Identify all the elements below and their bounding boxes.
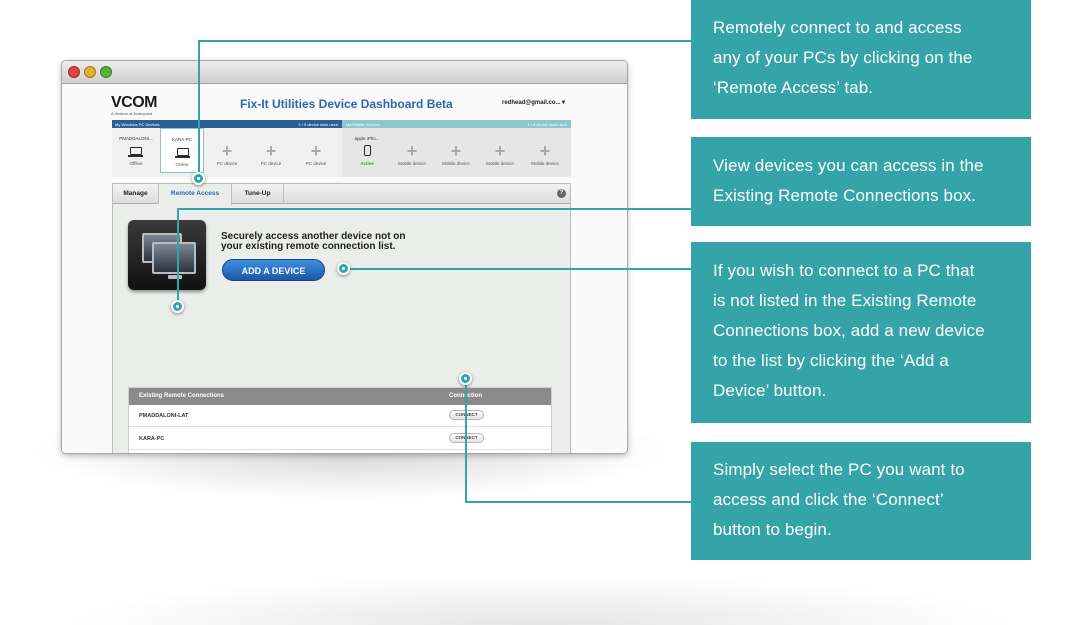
device-status: Offline — [129, 161, 143, 166]
tab-tune-up[interactable]: Tune-Up — [232, 184, 284, 204]
table-row[interactable]: PMADDALONI-LAT CONNECT — [129, 405, 551, 427]
zoom-window-button[interactable] — [100, 66, 112, 78]
plus-icon: + — [265, 141, 277, 161]
tab-manage[interactable]: Manage — [113, 184, 159, 204]
leader-line-remote-tab — [198, 40, 691, 42]
plus-icon: + — [494, 141, 506, 161]
plus-icon: + — [406, 141, 418, 161]
callout-line: button to begin. — [713, 520, 832, 539]
table-header: Existing Remote Connections Connection — [129, 388, 551, 405]
mobile-slots-count: 1 / 5 device slots used — [527, 122, 567, 127]
remote-monitor-icon — [128, 220, 206, 290]
callout-marker-connect — [459, 372, 472, 385]
tab-remote-access[interactable]: Remote Access — [159, 184, 232, 205]
callout-line: to the list by clicking the ‘Add a — [713, 351, 949, 370]
callout-line: Remotely connect to and access — [713, 18, 962, 37]
callout-line: Connections box, add a new device — [713, 321, 985, 340]
slot-label: Mobile device — [531, 161, 559, 166]
page-title: Fix-It Utilities Device Dashboard Beta — [240, 97, 453, 111]
plus-icon: + — [221, 141, 233, 161]
laptop-icon — [175, 148, 190, 158]
floor-shadow — [60, 575, 1020, 625]
pc-devices-label: My Windows PC Devices — [115, 122, 160, 127]
callout-line: ‘Remote Access’ tab. — [713, 78, 874, 97]
pc-device-pmaddaloni[interactable]: PMADDALONI... Offline — [114, 128, 158, 173]
main-panel: Manage Remote Access Tune-Up ? Securely … — [112, 183, 571, 453]
callout-line: is not listed in the Existing Remote — [713, 291, 977, 310]
callout-line: View devices you can access in the — [713, 156, 984, 175]
close-window-button[interactable] — [68, 66, 80, 78]
mobile-devices-header: My Mobile Devices 1 / 5 device slots use… — [342, 120, 571, 128]
callout-line: Device’ button. — [713, 381, 827, 400]
logo-subtitle: A division of Avanquest — [111, 111, 153, 116]
pc-name: PMADDALONI-LAT — [139, 413, 189, 419]
add-device-button[interactable]: ADD A DEVICE — [222, 259, 325, 281]
help-icon[interactable]: ? — [557, 189, 566, 198]
add-mobile-device-slot[interactable]: + Mobile device — [478, 128, 522, 173]
tab-bar: Manage Remote Access Tune-Up ? — [113, 184, 570, 205]
plus-icon: + — [539, 141, 551, 161]
existing-connections-table: Existing Remote Connections Connection P… — [128, 387, 552, 453]
leader-line-existing-connections — [177, 208, 691, 210]
callout-marker-add-device — [337, 262, 350, 275]
monitor-stand — [168, 275, 182, 279]
device-name: apple iPho... — [354, 136, 380, 141]
mobile-device-list: apple iPho... Active + Mobile device + M… — [342, 128, 571, 177]
callout-line: any of your PCs by clicking on the — [713, 48, 973, 67]
phone-icon — [364, 145, 371, 156]
monitor-screen-front — [152, 242, 196, 274]
add-pc-device-slot[interactable]: + PC device — [249, 128, 293, 173]
device-status: Active — [360, 161, 374, 166]
vcom-logo: VCOM A division of Avanquest — [111, 94, 158, 117]
add-mobile-device-slot[interactable]: + Mobile device — [390, 128, 434, 173]
callout-line: Existing Remote Connections box. — [713, 186, 977, 205]
logo-text: VCOM — [111, 94, 158, 111]
leader-line-connect — [465, 501, 691, 503]
add-pc-device-slot[interactable]: + PC device — [205, 128, 249, 173]
slot-label: Mobile device — [398, 161, 426, 166]
slot-label: PC device — [305, 161, 327, 166]
pc-device-list: PMADDALONI... Offline KARA-PC Online + P… — [112, 128, 342, 177]
callout-marker-existing-connections — [171, 300, 184, 313]
app-window: VCOM A division of Avanquest Fix-It Util… — [61, 60, 628, 454]
leader-line-add-device — [343, 268, 691, 270]
callout-marker-remote-tab — [192, 172, 205, 185]
mobile-device-apple-iphone[interactable]: apple iPho... Active — [345, 128, 389, 173]
callout-add-device: If you wish to connect to a PC that is n… — [691, 242, 1031, 423]
table-row[interactable]: KARA-PC CONNECT — [129, 428, 551, 450]
device-name: PMADDALONI... — [119, 136, 153, 141]
account-menu[interactable]: redhead@gmail.co...▼ — [502, 100, 566, 106]
mobile-devices-label: My Mobile Devices — [346, 122, 380, 127]
add-mobile-device-slot[interactable]: + Mobile device — [523, 128, 567, 173]
leader-line-existing-connections-vertical — [177, 208, 179, 306]
pc-slots-count: 2 / 5 device slots used — [298, 122, 338, 127]
slot-label: PC device — [216, 161, 238, 166]
leader-line-connect-vertical — [465, 378, 467, 503]
callout-existing-connections: View devices you can access in the Exist… — [691, 137, 1031, 226]
callout-line: If you wish to connect to a PC that — [713, 261, 975, 280]
device-name: KARA-PC — [171, 137, 192, 142]
pc-devices-header: My Windows PC Devices 2 / 5 device slots… — [112, 120, 342, 128]
slot-label: PC device — [260, 161, 282, 166]
col-existing-connections: Existing Remote Connections — [139, 393, 225, 399]
laptop-icon — [128, 147, 143, 157]
device-status: Online — [175, 162, 189, 167]
add-pc-device-slot[interactable]: + PC device — [294, 128, 338, 173]
add-mobile-device-slot[interactable]: + Mobile device — [434, 128, 478, 173]
leader-line-remote-tab-vertical — [198, 40, 200, 178]
callout-line: Simply select the PC you want to — [713, 460, 965, 479]
callout-line: access and click the ‘Connect’ — [713, 490, 944, 509]
secure-access-text-line2: your existing remote connection list. — [221, 241, 396, 252]
slot-label: Mobile device — [442, 161, 470, 166]
slot-label: Mobile device — [486, 161, 514, 166]
window-titlebar — [62, 61, 627, 84]
plus-icon: + — [450, 141, 462, 161]
callout-remote-access: Remotely connect to and access any of yo… — [691, 0, 1031, 119]
plus-icon: + — [310, 141, 322, 161]
pc-name: KARA-PC — [139, 436, 165, 442]
callout-connect: Simply select the PC you want to access … — [691, 442, 1031, 560]
minimize-window-button[interactable] — [84, 66, 96, 78]
